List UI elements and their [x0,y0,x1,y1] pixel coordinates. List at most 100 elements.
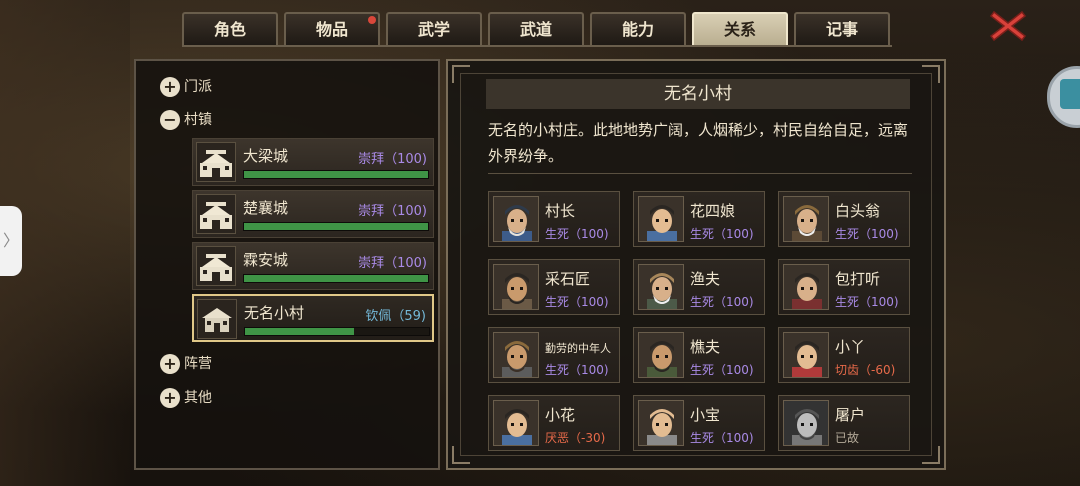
tree-item-label: 村镇 [184,112,212,128]
npc-relation-status: 生死（100) [835,295,899,309]
npc-relation-status: 厌恶（-30) [545,431,606,445]
relation-progress-fill [244,171,428,178]
expand-plus-icon: + [160,388,180,408]
frame-corner-ornament [922,446,940,464]
town-name: 霖安城 [243,251,289,269]
side-drawer-handle[interactable]: 〉 [0,206,22,276]
location-detail-panel: 无名小村 无名的小村庄。此地地势广阔，人烟稀少，村民自给自足，远离外界纷争。 村… [446,59,946,470]
npc-portrait-icon [493,264,539,310]
expand-plus-icon: + [160,354,180,374]
tab-bar: 角色 物品 武学 武道 能力 关系 记事 [182,12,892,46]
tree-item-camp[interactable]: + 阵营 [160,352,212,376]
town-relation-text: 崇拜（100) [358,204,427,219]
tab-underline [182,45,892,47]
relation-progress-bar [243,170,429,179]
npc-card[interactable]: 勤劳的中年人 生死（100) [488,327,620,383]
relation-progress-bar [244,327,430,336]
relation-progress-fill [244,275,428,282]
chevron-right-icon: 〉 [2,231,19,250]
tab-character[interactable]: 角色 [182,12,278,46]
npc-card[interactable]: 花四娘生死（100) [633,191,765,247]
town-item-daliang[interactable]: 大梁城 崇拜（100) [192,138,434,186]
tree-item-label: 阵营 [184,356,212,372]
npc-name: 包打听 [835,270,881,288]
tree-item-label: 其他 [184,390,212,406]
npc-card[interactable]: 小宝生死（100) [633,395,765,451]
collapse-minus-icon: − [160,110,180,130]
npc-name: 屠户 [835,406,866,424]
npc-relation-status: 生死（100) [545,295,609,309]
npc-name: 渔夫 [690,270,721,288]
tab-martial-arts[interactable]: 武学 [386,12,482,46]
tab-abilities[interactable]: 能力 [590,12,686,46]
close-button[interactable] [988,8,1028,44]
frame-corner-ornament [452,65,470,83]
frame-corner-ornament [452,446,470,464]
tab-items[interactable]: 物品 [284,12,380,46]
town-item-chuxiang[interactable]: 楚襄城 崇拜（100) [192,190,434,238]
tab-label: 武学 [417,20,450,39]
tree-item-other[interactable]: + 其他 [160,386,212,410]
npc-name: 小花 [545,406,576,424]
npc-name: 小宝 [690,406,721,424]
npc-name: 花四娘 [690,202,736,220]
npc-relation-status: 生死（100) [835,227,899,241]
npc-name: 樵夫 [690,338,721,356]
npc-name: 勤劳的中年人 [545,342,611,355]
tab-label: 角色 [213,20,246,39]
npc-card[interactable]: 渔夫 生死（100) [633,259,765,315]
npc-portrait-icon [783,332,829,378]
tab-label: 物品 [315,20,348,39]
divider [488,173,912,174]
frame-corner-ornament [922,65,940,83]
npc-card[interactable]: 白头翁生死（100) [778,191,910,247]
tab-relations[interactable]: 关系 [692,12,788,46]
tree-item-town[interactable]: − 村镇 [160,108,212,132]
npc-portrait-icon [493,196,539,242]
town-name: 大梁城 [243,147,289,165]
tab-label: 关系 [723,20,756,39]
npc-relation-status: 已故 [835,431,860,445]
town-relation-text: 钦佩（59) [365,309,426,324]
town-name: 楚襄城 [243,199,289,217]
tree-item-label: 门派 [184,79,212,95]
notification-dot-icon [368,16,376,24]
town-relation-text: 崇拜（100) [358,152,427,167]
npc-portrait-icon [783,196,829,242]
town-item-wuming-village[interactable]: 无名小村 钦佩（59) [192,294,434,342]
relation-progress-fill [245,328,354,335]
npc-card[interactable]: 屠户 已故 [778,395,910,451]
npc-portrait-icon [783,400,829,446]
tree-item-sect[interactable]: + 门派 [160,75,212,99]
npc-name: 小丫 [835,338,866,356]
npc-portrait-icon [638,196,684,242]
npc-portrait-icon [638,332,684,378]
relation-progress-bar [243,274,429,283]
npc-relation-status: 生死（100) [690,363,754,377]
town-relation-text: 崇拜（100) [358,256,427,271]
npc-name: 村长 [545,202,576,220]
town-item-linan[interactable]: 霖安城 崇拜（100) [192,242,434,290]
npc-relation-status: 生死（100) [690,227,754,241]
relation-progress-fill [244,223,428,230]
npc-name: 白头翁 [835,202,881,220]
village-house-icon [197,299,237,339]
npc-card[interactable]: 村长生死（100) [488,191,620,247]
npc-card[interactable]: 小花厌恶（-30) [488,395,620,451]
expand-plus-icon: + [160,77,180,97]
npc-card[interactable]: 采石匠 生死（100) [488,259,620,315]
tab-martial-path[interactable]: 武道 [488,12,584,46]
city-gate-icon [196,246,236,286]
city-gate-icon [196,194,236,234]
town-name: 无名小村 [244,304,305,322]
npc-relation-status: 生死（100) [545,227,609,241]
npc-relation-status: 生死（100) [690,431,754,445]
npc-card[interactable]: 小丫 切齿（-60) [778,327,910,383]
npc-card[interactable]: 樵夫生死（100) [633,327,765,383]
npc-relation-status: 生死（100) [545,363,609,377]
relation-category-panel: + 门派 − 村镇 大梁城 崇拜（100) 楚襄城 崇拜（100) 霖安城 崇拜（1… [134,59,440,470]
tab-label: 记事 [825,20,858,39]
tab-journal[interactable]: 记事 [794,12,890,46]
npc-card[interactable]: 包打听生死（100) [778,259,910,315]
city-gate-icon [196,142,236,182]
